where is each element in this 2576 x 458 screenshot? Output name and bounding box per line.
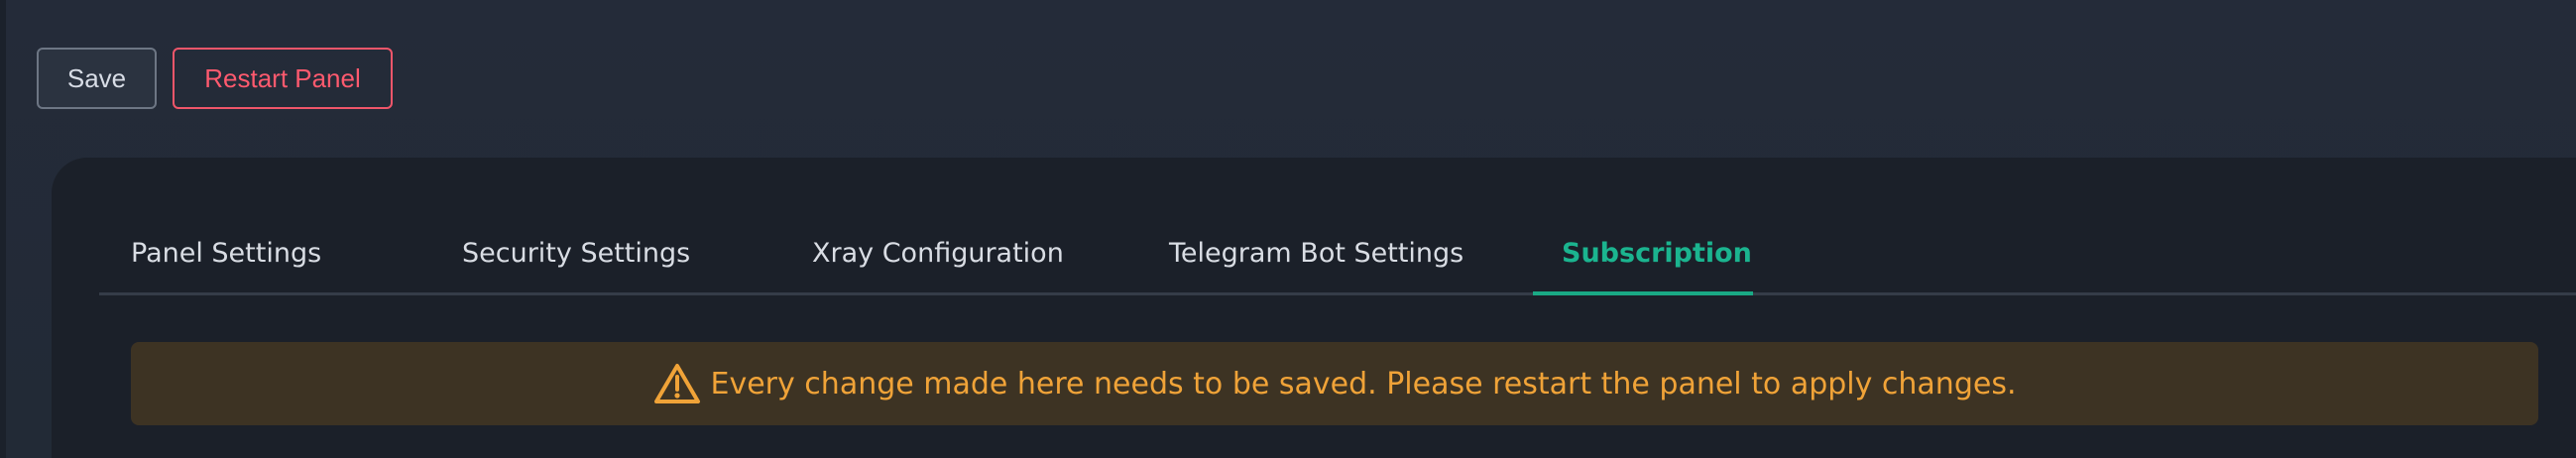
left-edge-strip — [0, 0, 6, 458]
warning-icon — [653, 363, 701, 404]
toolbar: Save Restart Panel — [37, 48, 393, 109]
settings-panel: Panel Settings Security Settings Xray Co… — [52, 158, 2576, 458]
settings-page: Save Restart Panel Panel Settings Securi… — [0, 0, 2576, 458]
warning-alert: Every change made here needs to be saved… — [131, 342, 2538, 425]
tab-panel-settings[interactable]: Panel Settings — [131, 217, 321, 292]
tab-subscription[interactable]: Subscription — [1562, 217, 1752, 292]
tab-telegram-bot-settings[interactable]: Telegram Bot Settings — [1169, 217, 1464, 292]
save-button[interactable]: Save — [37, 48, 157, 109]
tab-security-settings[interactable]: Security Settings — [462, 217, 690, 292]
active-tab-indicator — [1533, 291, 1753, 295]
settings-tabs: Panel Settings Security Settings Xray Co… — [99, 217, 2576, 295]
tab-xray-configuration[interactable]: Xray Configuration — [812, 217, 1064, 292]
warning-message: Every change made here needs to be saved… — [710, 366, 2017, 401]
restart-panel-button[interactable]: Restart Panel — [173, 48, 393, 109]
